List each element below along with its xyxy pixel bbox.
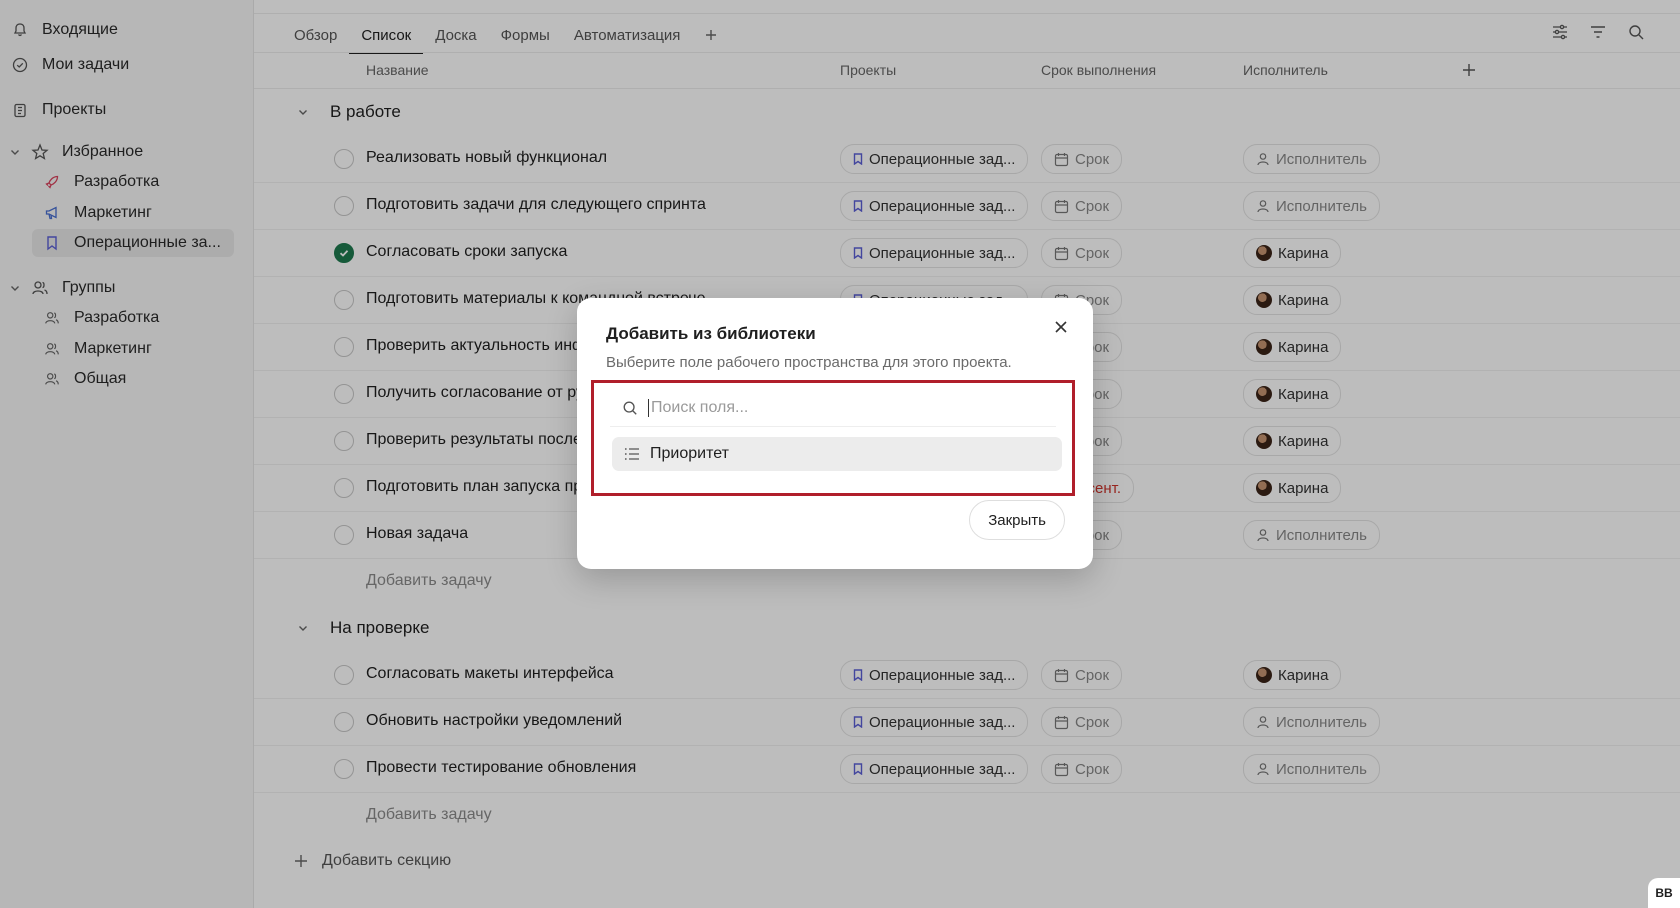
corner-badge[interactable]: BB	[1648, 878, 1680, 908]
search-icon	[620, 398, 640, 418]
dialog-title: Добавить из библиотеки	[606, 324, 816, 343]
field-picker-highlight: Приоритет	[591, 380, 1075, 496]
dialog-subtitle: Выберите поле рабочего пространства для …	[606, 354, 1012, 371]
field-search-input[interactable]	[648, 398, 1028, 417]
search-row	[610, 389, 1056, 427]
add-from-library-dialog: Добавить из библиотеки Выберите поле раб…	[577, 298, 1093, 569]
list-icon	[622, 444, 642, 464]
field-option-label: Приоритет	[650, 445, 729, 462]
close-icon[interactable]	[1049, 315, 1073, 339]
close-button[interactable]: Закрыть	[969, 500, 1065, 540]
field-option-priority[interactable]: Приоритет	[612, 437, 1062, 471]
